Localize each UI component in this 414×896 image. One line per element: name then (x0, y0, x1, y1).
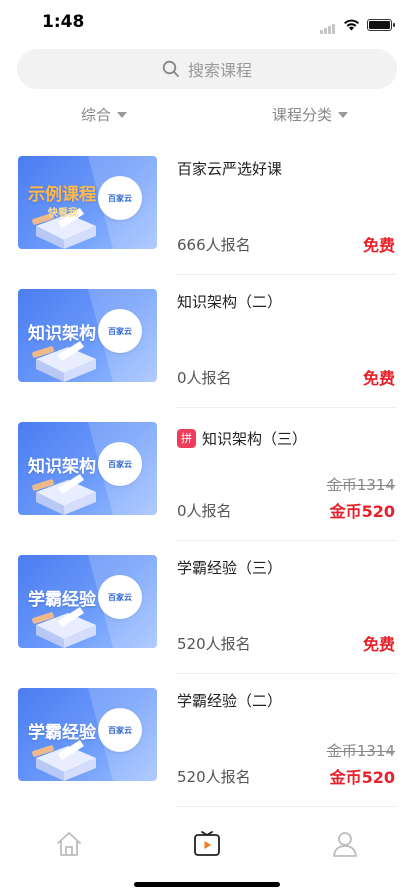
course-item[interactable]: 学霸经验 百家云 学霸经验（二） 520人报名 金币1314 金币520 (0, 674, 414, 807)
course-enrolled-count: 0人报名 (177, 369, 232, 387)
group-buy-badge: 拼 (177, 429, 196, 448)
search-input[interactable]: 搜索课程 (17, 49, 397, 89)
tab-courses[interactable] (187, 824, 227, 864)
course-title: 学霸经验（三） (177, 557, 282, 578)
course-enrolled-count: 666人报名 (177, 236, 251, 254)
course-enrolled-count: 520人报名 (177, 768, 251, 786)
thumbnail-title: 示例课程 (28, 185, 96, 205)
course-thumbnail: 示例课程 快看我 百家云 (18, 156, 157, 249)
battery-icon (367, 18, 395, 31)
tab-profile[interactable] (325, 824, 365, 864)
course-item[interactable]: 学霸经验 百家云 学霸经验（三） 520人报名 免费 (0, 541, 414, 674)
course-original-price: 金币1314 (326, 476, 395, 494)
baijiayun-logo: 百家云 (98, 309, 142, 353)
course-title-text: 知识架构（三） (202, 430, 308, 448)
home-indicator (134, 882, 280, 887)
home-icon (57, 832, 81, 856)
course-title-text: 百家云严选好课 (177, 160, 283, 178)
course-thumbnail: 学霸经验 百家云 (18, 555, 157, 648)
status-time: 1:48 (42, 12, 85, 32)
course-price: 免费 (362, 635, 395, 654)
baijiayun-logo: 百家云 (98, 176, 142, 220)
thumbnail-subtitle: 快看我 (48, 208, 78, 219)
course-title: 拼 知识架构（三） (177, 428, 307, 449)
course-title: 百家云严选好课 (177, 158, 282, 179)
filter-course-category[interactable]: 课程分类 (272, 104, 349, 125)
course-item[interactable]: 知识架构 百家云 知识架构（二） 0人报名 免费 (0, 275, 414, 408)
course-thumbnail: 学霸经验 百家云 (18, 688, 157, 781)
thumbnail-title: 知识架构 (28, 457, 96, 477)
profile-icon (333, 832, 357, 857)
course-original-price: 金币1314 (326, 742, 395, 760)
caret-down-icon (338, 111, 349, 118)
course-title-text: 学霸经验（二） (177, 692, 283, 710)
course-video-icon (194, 831, 220, 856)
baijiayun-logo: 百家云 (98, 708, 142, 752)
course-title: 学霸经验（二） (177, 690, 282, 711)
course-title-text: 学霸经验（三） (177, 559, 283, 577)
baijiayun-logo: 百家云 (98, 442, 142, 486)
filter-comprehensive[interactable]: 综合 (81, 104, 128, 125)
course-price: 免费 (362, 236, 395, 255)
divider (176, 806, 396, 807)
thumbnail-title: 知识架构 (28, 324, 96, 344)
filter-label: 课程分类 (272, 106, 333, 124)
filter-bar: 综合 课程分类 (0, 100, 414, 132)
course-title-text: 知识架构（二） (177, 293, 283, 311)
thumbnail-title: 学霸经验 (28, 723, 96, 743)
course-item[interactable]: 知识架构 百家云 拼 知识架构（三） 0人报名 金币1314 金币520 (0, 408, 414, 541)
status-bar: 1:48 (0, 0, 414, 44)
course-price: 金币520 (329, 768, 395, 787)
course-thumbnail: 知识架构 百家云 (18, 289, 157, 382)
caret-down-icon (117, 111, 128, 118)
course-title: 知识架构（二） (177, 291, 282, 312)
thumbnail-title: 学霸经验 (28, 590, 96, 610)
course-item[interactable]: 示例课程 快看我 百家云 百家云严选好课 666人报名 免费 (0, 142, 414, 275)
course-price: 免费 (362, 369, 395, 388)
course-enrolled-count: 520人报名 (177, 635, 251, 653)
status-icons (320, 15, 395, 34)
tab-home[interactable] (49, 824, 89, 864)
course-enrolled-count: 0人报名 (177, 502, 232, 520)
course-price: 金币520 (329, 502, 395, 521)
cellular-signal-icon (320, 15, 336, 34)
search-icon (162, 60, 179, 77)
course-thumbnail: 知识架构 百家云 (18, 422, 157, 515)
wifi-icon (344, 19, 359, 30)
baijiayun-logo: 百家云 (98, 575, 142, 619)
search-placeholder: 搜索课程 (187, 61, 252, 80)
filter-label: 综合 (81, 106, 112, 124)
